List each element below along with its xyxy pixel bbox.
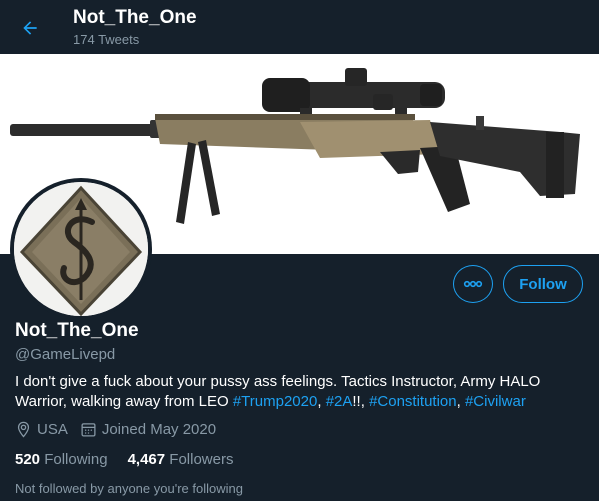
following-label: Following xyxy=(44,451,108,468)
calendar-icon xyxy=(80,421,97,438)
following-count: 520 xyxy=(15,451,41,468)
back-button[interactable] xyxy=(14,12,46,44)
hashtag-link[interactable]: #2A xyxy=(326,393,353,410)
following-link[interactable]: 520 Following xyxy=(15,451,108,468)
followers-label: Followers xyxy=(169,451,234,468)
location-item: USA xyxy=(15,421,68,438)
location-pin-icon xyxy=(15,421,32,438)
location-text: USA xyxy=(37,421,68,438)
joined-text: Joined May 2020 xyxy=(101,421,217,438)
top-bar: Not_The_One 174 Tweets xyxy=(0,0,599,54)
follow-button[interactable]: Follow xyxy=(503,265,583,303)
followers-count: 4,467 xyxy=(127,451,166,468)
arrow-left-icon xyxy=(23,21,37,35)
display-name: Not_The_One xyxy=(15,320,139,341)
user-handle: @GameLivepd xyxy=(15,346,116,363)
bio-separator: , xyxy=(456,393,465,410)
tweet-count: 174 Tweets xyxy=(73,32,140,47)
followed-by-note: Not followed by anyone you're following xyxy=(15,481,243,496)
joined-item: Joined May 2020 xyxy=(80,421,216,438)
bio-separator: , xyxy=(317,393,326,410)
header-name: Not_The_One xyxy=(73,7,197,28)
profile-bio: I don't give a fuck about your pussy ass… xyxy=(15,372,585,412)
hashtag-link[interactable]: #Civilwar xyxy=(465,393,526,410)
avatar-patch-image xyxy=(14,182,148,316)
hashtag-link[interactable]: #Constitution xyxy=(369,393,457,410)
hashtag-link[interactable]: #Trump2020 xyxy=(233,393,318,410)
more-horizontal-icon xyxy=(463,280,483,288)
profile-avatar[interactable] xyxy=(10,178,152,320)
more-options-button[interactable] xyxy=(453,265,493,303)
follow-stats: 520 Following 4,467 Followers xyxy=(15,451,253,468)
followers-link[interactable]: 4,467 Followers xyxy=(128,451,234,468)
profile-meta: USA Joined May 2020 xyxy=(15,421,228,438)
bio-separator: !!, xyxy=(352,393,370,410)
